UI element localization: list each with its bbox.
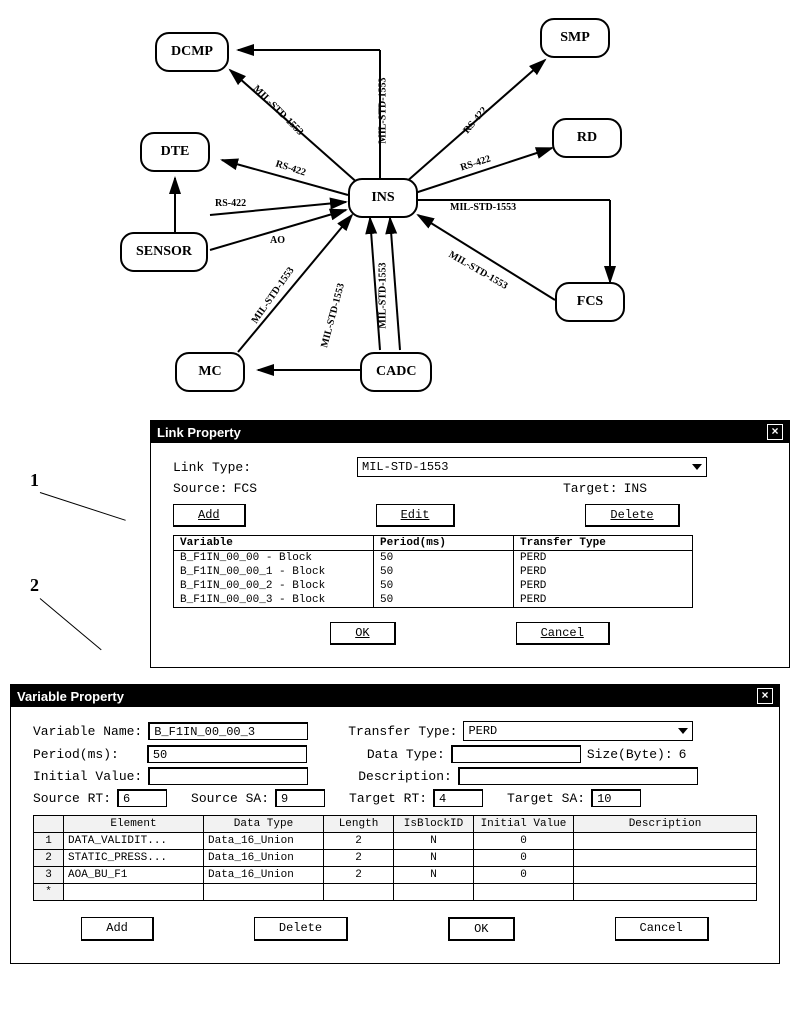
initval-input[interactable]	[148, 767, 308, 785]
target-label: Target:	[563, 481, 618, 496]
src-sa-input[interactable]: 9	[275, 789, 325, 807]
col-initval: Initial Value	[474, 816, 574, 833]
element-table[interactable]: Element Data Type Length IsBlockID Initi…	[33, 815, 757, 901]
node-dcmp: DCMP	[155, 32, 229, 72]
src-rt-label: Source RT:	[33, 791, 111, 806]
edge-rd-ins: RS-422	[459, 153, 492, 173]
network-diagram: DCMP SMP DTE RD INS SENSOR FCS MC CADC M…	[0, 0, 800, 420]
transfer-combo[interactable]: PERD	[463, 721, 693, 741]
desc-label: Description:	[358, 769, 452, 784]
node-fcs: FCS	[555, 282, 625, 322]
link-type-label: Link Type:	[173, 460, 251, 475]
col-isblock: IsBlockID	[394, 816, 474, 833]
list-item[interactable]: B_F1IN_00_00_3 - Block 50 PERD	[174, 593, 692, 607]
col-variable: Variable	[174, 536, 374, 550]
edge-ins-fcs: MIL-STD-1553	[450, 202, 516, 213]
table-row-new[interactable]: *	[34, 884, 757, 901]
node-smp: SMP	[540, 18, 610, 58]
col-desc: Description	[574, 816, 757, 833]
close-icon[interactable]: ×	[757, 688, 773, 704]
edge-dte-ins: RS-422	[274, 158, 307, 178]
annotation-1-line	[40, 492, 126, 521]
annotation-1: 1	[30, 470, 39, 491]
edge-ins-top: MIL-STD-1553	[378, 77, 389, 143]
add-button[interactable]: Add	[81, 917, 154, 941]
desc-input[interactable]	[458, 767, 698, 785]
chevron-down-icon	[678, 728, 688, 734]
node-cadc: CADC	[360, 352, 432, 392]
table-row[interactable]: 3 AOA_BU_F1 Data_16_Union 2 N 0	[34, 867, 757, 884]
delete-button[interactable]: Delete	[585, 504, 679, 527]
tgt-sa-input[interactable]: 10	[591, 789, 641, 807]
table-row[interactable]: 1 DATA_VALIDIT... Data_16_Union 2 N 0	[34, 833, 757, 850]
edge-cadc-mc: MIL-STD-1553	[319, 282, 347, 349]
variable-list[interactable]: Variable Period(ms) Transfer Type B_F1IN…	[173, 535, 693, 608]
link-type-value: MIL-STD-1553	[362, 460, 448, 474]
list-item[interactable]: B_F1IN_00_00_1 - Block 50 PERD	[174, 565, 692, 579]
tgt-rt-label: Target RT:	[349, 791, 427, 806]
varname-input[interactable]: B_F1IN_00_00_3	[148, 722, 308, 740]
tgt-rt-input[interactable]: 4	[433, 789, 483, 807]
source-value: FCS	[234, 481, 257, 496]
varname-label: Variable Name:	[33, 724, 142, 739]
source-label: Source:	[173, 481, 228, 496]
datatype-label: Data Type:	[367, 747, 445, 762]
ok-button[interactable]: OK	[448, 917, 514, 941]
edge-mc-ins: MIL-STD-1553	[250, 265, 297, 325]
variable-property-title: Variable Property	[17, 689, 124, 704]
target-value: INS	[624, 481, 647, 496]
col-period: Period(ms)	[374, 536, 514, 550]
annotation-2: 2	[30, 575, 39, 596]
delete-button[interactable]: Delete	[254, 917, 348, 941]
src-rt-input[interactable]: 6	[117, 789, 167, 807]
close-icon[interactable]: ×	[767, 424, 783, 440]
edit-button[interactable]: Edit	[376, 504, 456, 527]
edge-dcmp-ins: MIL-STD-1553	[251, 83, 306, 138]
table-row[interactable]: 2 STATIC_PRESS... Data_16_Union 2 N 0	[34, 850, 757, 867]
initval-label: Initial Value:	[33, 769, 142, 784]
list-item[interactable]: B_F1IN_00_00_2 - Block 50 PERD	[174, 579, 692, 593]
cancel-button[interactable]: Cancel	[615, 917, 709, 941]
node-ins: INS	[348, 178, 418, 218]
node-sensor: SENSOR	[120, 232, 208, 272]
edge-sensor-ins: AO	[270, 235, 285, 246]
edge-sensor-dte: RS-422	[215, 198, 246, 209]
node-mc: MC	[175, 352, 245, 392]
node-rd: RD	[552, 118, 622, 158]
annotation-2-line	[40, 598, 102, 650]
transfer-value: PERD	[468, 724, 497, 738]
edge-smp-ins: RS-422	[461, 105, 489, 136]
size-label: Size(Byte):	[587, 747, 673, 762]
col-dtype: Data Type	[204, 816, 324, 833]
link-property-title: Link Property	[157, 425, 241, 440]
period-label: Period(ms):	[33, 747, 119, 762]
variable-property-dialog: Variable Property × Variable Name: B_F1I…	[10, 684, 780, 964]
period-input[interactable]: 50	[147, 745, 307, 763]
add-button[interactable]: Add	[173, 504, 246, 527]
col-transfer: Transfer Type	[514, 536, 674, 550]
link-type-combo[interactable]: MIL-STD-1553	[357, 457, 707, 477]
edge-fcs-ins: MIL-STD-1553	[447, 249, 510, 292]
chevron-down-icon	[692, 464, 702, 470]
col-length: Length	[324, 816, 394, 833]
size-value: 6	[679, 747, 687, 762]
tgt-sa-label: Target SA:	[507, 791, 585, 806]
edge-cadc-ins: MIL-STD-1553	[378, 262, 389, 328]
src-sa-label: Source SA:	[191, 791, 269, 806]
cancel-button[interactable]: Cancel	[516, 622, 610, 645]
datatype-input[interactable]	[451, 745, 581, 763]
link-property-dialog: Link Property × Link Type: MIL-STD-1553 …	[150, 420, 790, 668]
transfer-label: Transfer Type:	[348, 724, 457, 739]
node-dte: DTE	[140, 132, 210, 172]
list-item[interactable]: B_F1IN_00_00 - Block 50 PERD	[174, 551, 692, 565]
col-element: Element	[64, 816, 204, 833]
ok-button[interactable]: OK	[330, 622, 395, 645]
